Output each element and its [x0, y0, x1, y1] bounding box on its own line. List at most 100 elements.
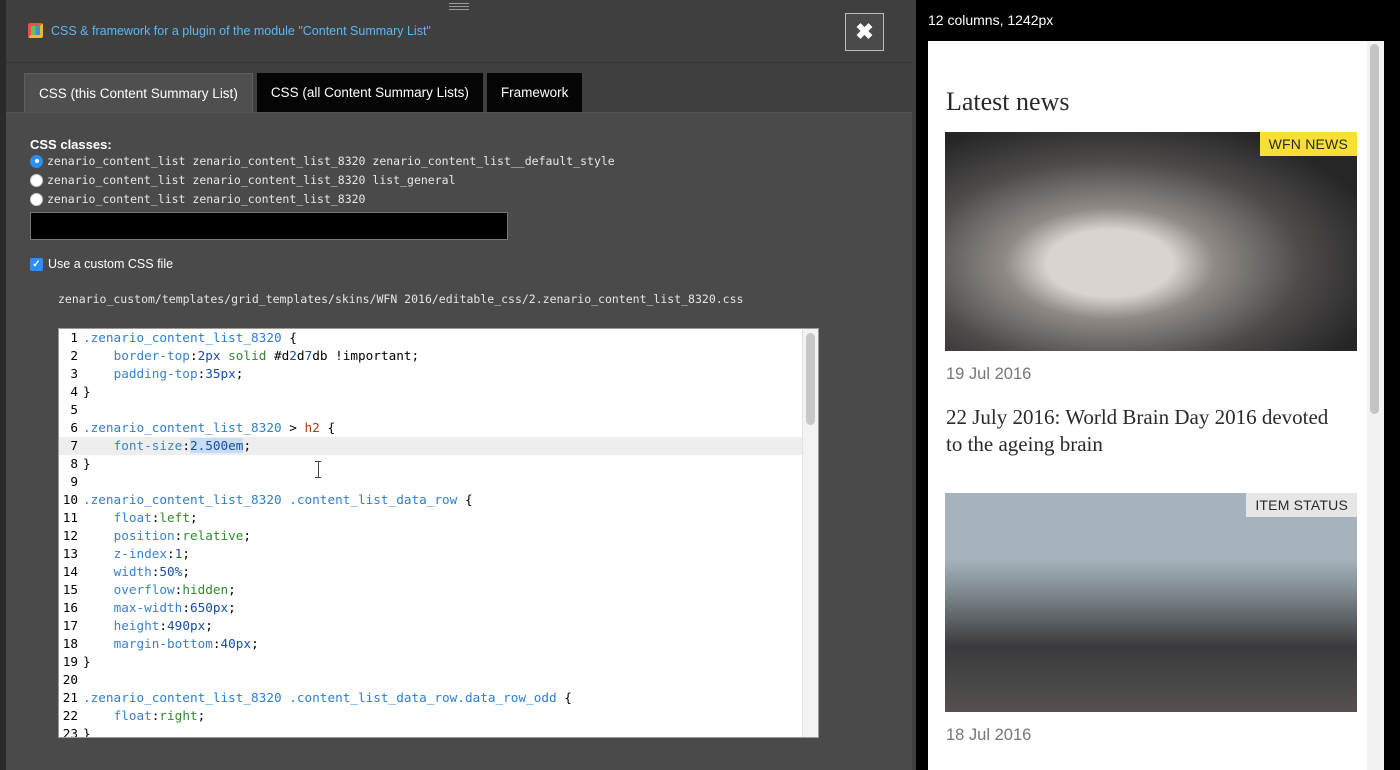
line-number: 23	[62, 726, 78, 738]
line-number: 11	[62, 510, 78, 525]
class-option-default-style[interactable]: zenario_content_list zenario_content_lis…	[30, 154, 615, 168]
code-line[interactable]: 15 overflow:hidden;	[59, 581, 803, 599]
line-number: 15	[62, 582, 78, 597]
code-text[interactable]: }	[83, 725, 91, 737]
dialog-title: CSS & framework for a plugin of the modu…	[28, 23, 431, 38]
code-text[interactable]: }	[83, 653, 91, 671]
code-text[interactable]: width:50%;	[83, 563, 190, 581]
radio-unselected-icon[interactable]	[30, 192, 43, 206]
css-classes-label: CSS classes:	[30, 137, 112, 152]
code-text[interactable]: z-index:1;	[83, 545, 190, 563]
code-text[interactable]: max-width:650px;	[83, 599, 236, 617]
line-number: 2	[70, 348, 78, 363]
news-image[interactable]: WFN NEWS	[945, 132, 1357, 351]
screen: CSS & framework for a plugin of the modu…	[0, 0, 1400, 770]
code-line[interactable]: 20	[59, 671, 803, 689]
radio-selected-icon[interactable]	[30, 154, 43, 168]
class-option-label: zenario_content_list zenario_content_lis…	[47, 173, 456, 187]
editor-scrollbar[interactable]	[802, 329, 818, 737]
code-text[interactable]: float:right;	[83, 707, 206, 725]
line-number: 9	[70, 474, 78, 489]
code-line[interactable]: 22 float:right;	[59, 707, 803, 725]
editor-scroll-thumb[interactable]	[806, 333, 815, 425]
preview-scroll-thumb[interactable]	[1370, 44, 1379, 414]
line-number: 4	[70, 384, 78, 399]
divider	[6, 112, 912, 113]
close-button[interactable]: ✖	[845, 13, 884, 51]
code-text[interactable]: .zenario_content_list_8320 .content_list…	[83, 491, 473, 509]
line-number: 10	[62, 492, 78, 507]
news-title-link[interactable]: 22 July 2016: World Brain Day 2016 devot…	[946, 404, 1336, 458]
preview-scrollbar[interactable]	[1367, 41, 1384, 770]
line-number: 1	[70, 330, 78, 345]
code-text[interactable]: .zenario_content_list_8320 .content_list…	[83, 689, 572, 707]
code-text[interactable]: .zenario_content_list_8320 > h2 {	[83, 419, 335, 437]
use-custom-css-checkbox-row[interactable]: ✓ Use a custom CSS file	[30, 257, 173, 271]
divider	[6, 62, 912, 63]
code-line[interactable]: 1 .zenario_content_list_8320 {	[59, 329, 803, 347]
code-line[interactable]: 17 height:490px;	[59, 617, 803, 635]
line-number: 8	[70, 456, 78, 471]
code-text[interactable]: float:left;	[83, 509, 198, 527]
dialog-title-text: CSS & framework for a plugin of the modu…	[51, 23, 431, 38]
code-line[interactable]: 9	[59, 473, 803, 491]
code-text[interactable]: border-top:2px solid #d2d7db !important;	[83, 347, 420, 365]
class-option-label: zenario_content_list zenario_content_lis…	[47, 192, 366, 206]
code-line[interactable]: 3 padding-top:35px;	[59, 365, 803, 383]
line-number: 12	[62, 528, 78, 543]
class-option-plain[interactable]: zenario_content_list zenario_content_lis…	[30, 192, 366, 206]
dialog-tabs: CSS (this Content Summary List) CSS (all…	[24, 73, 583, 112]
line-number: 6	[70, 420, 78, 435]
preview-page[interactable]: Latest news WFN NEWS 19 Jul 2016 22 July…	[928, 41, 1382, 770]
use-custom-css-label: Use a custom CSS file	[48, 257, 174, 271]
code-text[interactable]: }	[83, 383, 91, 401]
code-text[interactable]: overflow:hidden;	[83, 581, 236, 599]
code-line[interactable]: 16 max-width:650px;	[59, 599, 803, 617]
code-line[interactable]: 21 .zenario_content_list_8320 .content_li…	[59, 689, 803, 707]
code-line[interactable]: 12 position:relative;	[59, 527, 803, 545]
tab-css-all-lists[interactable]: CSS (all Content Summary Lists)	[256, 73, 483, 112]
line-number: 21	[62, 690, 78, 705]
class-option-list-general[interactable]: zenario_content_list zenario_content_lis…	[30, 173, 456, 187]
code-text[interactable]: }	[83, 455, 91, 473]
code-line[interactable]: 4}	[59, 383, 803, 401]
line-number: 17	[62, 618, 78, 633]
news-heading: Latest news	[946, 87, 1070, 116]
class-option-label: zenario_content_list zenario_content_lis…	[47, 154, 615, 168]
code-text[interactable]: .zenario_content_list_8320 {	[83, 329, 297, 347]
code-text[interactable]: height:490px;	[83, 617, 213, 635]
custom-class-input[interactable]	[30, 212, 508, 240]
code-text[interactable]: position:relative;	[83, 527, 252, 545]
line-number: 20	[62, 672, 78, 687]
code-area[interactable]: 1 .zenario_content_list_8320 {2 border-to…	[59, 329, 803, 737]
code-line[interactable]: 7 font-size:2.500em;	[59, 437, 803, 455]
code-line[interactable]: 10 .zenario_content_list_8320 .content_li…	[59, 491, 803, 509]
grid-info: 12 columns, 1242px	[928, 12, 1054, 28]
code-line[interactable]: 8}	[59, 455, 803, 473]
code-line[interactable]: 13 z-index:1;	[59, 545, 803, 563]
code-text[interactable]: padding-top:35px;	[83, 365, 244, 383]
code-text[interactable]: margin-bottom:40px;	[83, 635, 259, 653]
code-line[interactable]: 11 float:left;	[59, 509, 803, 527]
code-editor[interactable]: 1 .zenario_content_list_8320 {2 border-to…	[58, 328, 819, 738]
tab-framework[interactable]: Framework	[486, 73, 583, 112]
radio-unselected-icon[interactable]	[30, 173, 43, 187]
code-line[interactable]: 18 margin-bottom:40px;	[59, 635, 803, 653]
tab-css-this-list[interactable]: CSS (this Content Summary List)	[24, 73, 253, 112]
code-line[interactable]: 6 .zenario_content_list_8320 > h2 {	[59, 419, 803, 437]
checkbox-checked-icon[interactable]: ✓	[30, 257, 43, 271]
code-line[interactable]: 19}	[59, 653, 803, 671]
line-number: 13	[62, 546, 78, 561]
news-date: 19 Jul 2016	[946, 365, 1032, 383]
text-cursor-icon	[314, 461, 322, 479]
news-image[interactable]: ITEM STATUS	[945, 493, 1357, 712]
code-line[interactable]: 23}	[59, 725, 803, 738]
line-number: 16	[62, 600, 78, 615]
code-line[interactable]: 2 border-top:2px solid #d2d7db !importan…	[59, 347, 803, 365]
code-line[interactable]: 14 width:50%;	[59, 563, 803, 581]
drag-handle-icon[interactable]	[449, 3, 469, 12]
status-badge: ITEM STATUS	[1246, 493, 1357, 517]
css-file-path: zenario_custom/templates/grid_templates/…	[58, 292, 744, 306]
code-line[interactable]: 5	[59, 401, 803, 419]
code-text[interactable]: font-size:2.500em;	[83, 437, 251, 455]
